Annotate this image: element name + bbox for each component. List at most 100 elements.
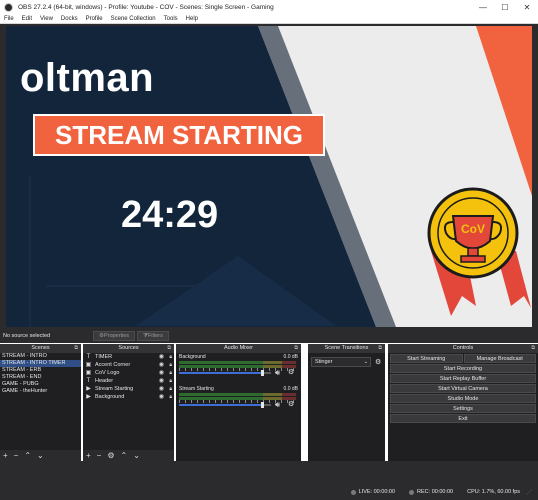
dock-float-icon[interactable]: ⧉ (294, 344, 298, 353)
transitions-title: Scene Transitions (324, 345, 369, 351)
manage-broadcast-button[interactable]: Manage Broadcast (463, 354, 536, 363)
move-down-icon[interactable]: ⌄ (133, 450, 140, 461)
dock-float-icon[interactable]: ⧉ (74, 344, 78, 353)
preview-canvas[interactable]: CoV oltman STREAM STARTING 24:29 (6, 26, 532, 327)
lock-icon[interactable]: 🔒︎ (169, 377, 172, 385)
transition-gear-icon[interactable]: ⚙ (375, 358, 381, 366)
start-virtual-camera-button[interactable]: Start Virtual Camera (390, 384, 536, 393)
dock-float-icon[interactable]: ⧉ (378, 344, 382, 353)
level-meter (179, 393, 296, 396)
visibility-eye-icon[interactable]: ◉ (159, 353, 164, 361)
properties-button[interactable]: ⚙ Properties (93, 331, 136, 341)
maximize-button[interactable]: ☐ (494, 0, 516, 14)
filters-button[interactable]: ⧩ Filters (137, 331, 169, 341)
filters-label: Filters (147, 333, 163, 339)
gear-icon[interactable]: ⚙ (288, 368, 294, 376)
resize-grip-icon[interactable]: ⋰ (526, 489, 532, 496)
menu-scene-collection[interactable]: Scene Collection (107, 16, 160, 22)
source-item[interactable]: ▶ Background ◉ 🔒︎ (83, 393, 174, 401)
scene-item[interactable]: STREAM - ERB (0, 367, 81, 374)
visibility-eye-icon[interactable]: ◉ (159, 385, 164, 393)
menu-docks[interactable]: Docks (57, 16, 82, 22)
settings-button[interactable]: Settings (390, 404, 536, 413)
speaker-icon[interactable]: 🔊︎ (275, 400, 280, 410)
lock-icon[interactable]: 🔒︎ (169, 353, 172, 361)
cpu-status: CPU: 1.7%, 60.00 fps (467, 489, 520, 495)
speaker-icon[interactable]: 🔊︎ (275, 368, 280, 378)
countdown-timer: 24:29 (121, 194, 219, 236)
menu-view[interactable]: View (36, 16, 57, 22)
source-item[interactable]: ▶ Stream Starting ◉ 🔒︎ (83, 385, 174, 393)
chevron-down-icon: ⌄ (363, 359, 368, 365)
source-toolbar: No source selected ⚙ Properties ⧩ Filter… (0, 329, 538, 343)
sources-dock-title: Sources ⧉ (83, 344, 174, 353)
controls-title: Controls (452, 345, 474, 351)
visibility-eye-icon[interactable]: ◉ (159, 369, 164, 377)
mixer-track-name: Background (179, 354, 206, 360)
scene-item[interactable]: GAME - theHunter (0, 388, 81, 395)
properties-label: Properties (103, 333, 130, 339)
image-icon: ▣ (85, 362, 92, 368)
lock-icon[interactable]: 🔒︎ (169, 361, 172, 369)
move-down-icon[interactable]: ⌄ (37, 450, 44, 461)
gear-icon[interactable]: ⚙ (288, 400, 294, 408)
scene-item-selected[interactable]: STREAM - INTRO TIMER (0, 360, 81, 367)
minimize-button[interactable]: — (472, 0, 494, 14)
menu-tools[interactable]: Tools (160, 16, 182, 22)
no-source-label: No source selected (3, 333, 51, 339)
transition-select[interactable]: Stinger ⌄ (311, 357, 371, 367)
source-item[interactable]: T Header ◉ 🔒︎ (83, 377, 174, 385)
scene-item[interactable]: STREAM - END (0, 374, 81, 381)
badge-text: CoV (461, 222, 485, 236)
add-scene-icon[interactable]: + (3, 450, 8, 461)
controls-dock: Controls ⧉ Start Streaming Manage Broadc… (388, 344, 538, 461)
source-label: Header (95, 378, 114, 384)
visibility-eye-icon[interactable]: ◉ (159, 377, 164, 385)
scenes-title: Scenes (31, 345, 50, 351)
remove-source-icon[interactable]: − (97, 450, 102, 461)
menu-help[interactable]: Help (182, 16, 202, 22)
live-indicator-icon (350, 489, 356, 495)
source-label: Background (95, 394, 125, 400)
scene-item[interactable]: GAME - PUBG (0, 381, 81, 388)
move-up-icon[interactable]: ⌃ (24, 450, 31, 461)
volume-fader[interactable] (179, 404, 263, 406)
start-streaming-button[interactable]: Start Streaming (390, 354, 463, 363)
exit-button[interactable]: Exit (390, 414, 536, 423)
dock-float-icon[interactable]: ⧉ (531, 344, 535, 353)
mixer-track-db: 0.0 dB (283, 354, 298, 360)
mixer-track-db: 0.0 dB (283, 386, 298, 392)
source-settings-gear-icon[interactable]: ⚙ (107, 450, 114, 461)
rec-indicator-icon (409, 489, 415, 495)
transitions-dock-title: Scene Transitions ⧉ (308, 344, 385, 353)
lock-icon[interactable]: 🔒︎ (169, 385, 172, 393)
streaming-row: Start Streaming Manage Broadcast (390, 354, 536, 363)
sources-footer: + − ⚙ ⌃ ⌄ (83, 450, 174, 461)
banner-text: STREAM STARTING (55, 119, 303, 150)
source-item[interactable]: ▣ Accent Corner ◉ 🔒︎ (83, 361, 174, 369)
controls-dock-title: Controls ⧉ (388, 344, 538, 353)
scenes-dock: Scenes ⧉ STREAM - INTRO STREAM - INTRO T… (0, 344, 81, 461)
window-title: OBS 27.2.4 (64-bit, windows) - Profile: … (18, 3, 274, 11)
status-bar: LIVE: 00:00:00 REC: 00:00:00 CPU: 1.7%, … (0, 484, 538, 500)
volume-fader[interactable] (179, 372, 263, 374)
start-replay-buffer-button[interactable]: Start Replay Buffer (390, 374, 536, 383)
lock-icon[interactable]: 🔒︎ (169, 369, 172, 377)
dock-float-icon[interactable]: ⧉ (167, 344, 171, 353)
visibility-eye-icon[interactable]: ◉ (159, 393, 164, 401)
menu-edit[interactable]: Edit (18, 16, 36, 22)
add-source-icon[interactable]: + (86, 450, 91, 461)
move-up-icon[interactable]: ⌃ (121, 450, 128, 461)
scene-item[interactable]: STREAM - INTRO (0, 353, 81, 360)
source-item[interactable]: T TIMER ◉ 🔒︎ (83, 353, 174, 361)
studio-mode-button[interactable]: Studio Mode (390, 394, 536, 403)
close-button[interactable]: ✕ (516, 0, 538, 14)
start-recording-button[interactable]: Start Recording (390, 364, 536, 373)
visibility-eye-icon[interactable]: ◉ (159, 361, 164, 369)
remove-scene-icon[interactable]: − (14, 450, 19, 461)
menu-profile[interactable]: Profile (82, 16, 107, 22)
menu-file[interactable]: File (0, 16, 18, 22)
lock-icon[interactable]: 🔒︎ (169, 393, 172, 401)
sources-title: Sources (118, 345, 139, 351)
source-item[interactable]: ▣ CoV Logo ◉ 🔒︎ (83, 369, 174, 377)
